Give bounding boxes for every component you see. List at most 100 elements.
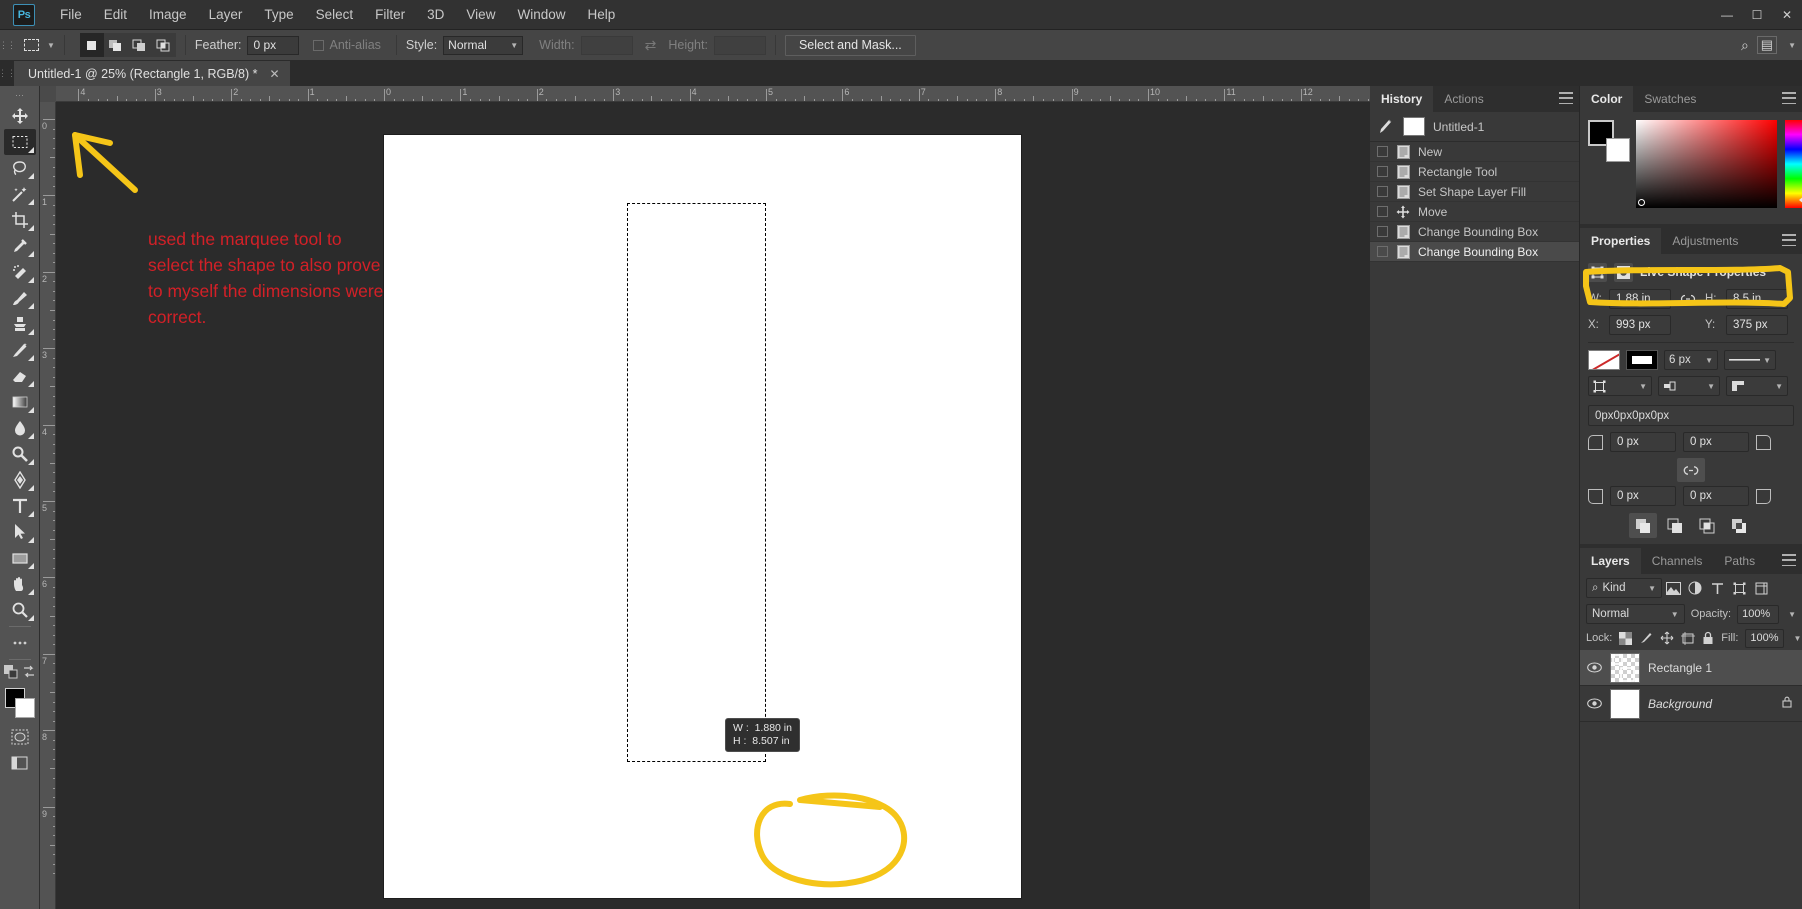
gradient-tool[interactable]	[4, 389, 36, 415]
opacity-input[interactable]: 100%	[1737, 604, 1780, 624]
menu-item-help[interactable]: Help	[576, 3, 626, 26]
menu-item-window[interactable]: Window	[506, 3, 576, 26]
layer-visibility-toggle[interactable]	[1586, 662, 1602, 673]
history-snapshot-checkbox[interactable]	[1377, 246, 1388, 257]
add-to-selection-button[interactable]	[103, 33, 128, 57]
quick-mask-icon[interactable]	[4, 724, 36, 750]
color-swatches[interactable]	[4, 688, 35, 718]
swap-arrows-icon[interactable]: ⇄	[645, 37, 657, 54]
maximize-button[interactable]: ☐	[1742, 0, 1772, 30]
lock-position-icon[interactable]	[1660, 631, 1674, 646]
width-input[interactable]	[580, 35, 633, 55]
tab-color[interactable]: Color	[1580, 86, 1634, 112]
corner-radius-top-right-input[interactable]: 0 px	[1683, 432, 1749, 452]
tab-channels[interactable]: Channels	[1640, 548, 1714, 574]
chevron-down-icon[interactable]: ▼	[1788, 41, 1796, 50]
tool-preset-chevron-down-icon[interactable]: ▼	[47, 41, 55, 50]
stroke-style-select[interactable]: ▼	[1724, 350, 1776, 370]
history-state-row[interactable]: Change Bounding Box	[1370, 242, 1579, 262]
active-tool-preset-icon[interactable]	[18, 34, 44, 56]
horizontal-ruler[interactable]: 4 3 2 1 0 1 2 3 4 5 6 7 8 9 10 11 12	[56, 86, 1370, 102]
layer-thumbnail[interactable]	[1610, 652, 1640, 683]
tab-strip-grip[interactable]: ⋮⋮	[0, 61, 16, 86]
object-selection-tool[interactable]	[4, 181, 36, 207]
new-selection-button[interactable]	[79, 33, 104, 57]
background-color-swatch[interactable]	[14, 698, 35, 718]
height-input[interactable]	[713, 35, 766, 55]
rectangle-tool[interactable]	[4, 545, 36, 571]
search-icon[interactable]: ⌕	[1741, 37, 1749, 54]
panel-menu-icon[interactable]	[1782, 554, 1796, 566]
corner-radius-bottom-left-input[interactable]: 0 px	[1610, 486, 1676, 506]
stroke-width-select[interactable]: 6 px ▼	[1664, 350, 1718, 370]
exclude-overlapping-shapes-button[interactable]	[1725, 513, 1753, 538]
fill-input[interactable]: 100%	[1745, 628, 1784, 648]
marquee-selection[interactable]	[627, 203, 766, 762]
pen-tool[interactable]	[4, 467, 36, 493]
dodge-tool[interactable]	[4, 441, 36, 467]
rectangular-marquee-tool[interactable]	[3, 129, 36, 155]
layer-row[interactable]: Background	[1580, 686, 1802, 722]
history-state-row[interactable]: Set Shape Layer Fill	[1370, 182, 1579, 202]
lock-image-icon[interactable]	[1639, 631, 1653, 646]
spot-healing-brush-tool[interactable]	[4, 259, 36, 285]
tab-layers[interactable]: Layers	[1580, 548, 1641, 574]
tools-panel-grip[interactable]: ⋯	[15, 90, 24, 101]
tab-adjustments[interactable]: Adjustments	[1661, 228, 1750, 254]
blend-mode-select[interactable]: Normal ▼	[1586, 604, 1685, 624]
menu-item-3d[interactable]: 3D	[416, 3, 455, 26]
menu-item-image[interactable]: Image	[138, 3, 198, 26]
history-snapshot-checkbox[interactable]	[1377, 226, 1388, 237]
zoom-tool[interactable]	[4, 597, 36, 623]
corner-radius-top-left-input[interactable]: 0 px	[1610, 432, 1676, 452]
document-tab[interactable]: Untitled-1 @ 25% (Rectangle 1, RGB/8) * …	[14, 61, 291, 86]
shape-height-input[interactable]: 8.5 in	[1726, 289, 1788, 309]
chain-link-icon[interactable]	[1677, 458, 1705, 482]
chevron-down-icon[interactable]: ▼	[1788, 610, 1796, 619]
history-snapshot-checkbox[interactable]	[1377, 146, 1388, 157]
history-snapshot-row[interactable]: Untitled-1	[1370, 112, 1579, 142]
lock-transparency-icon[interactable]	[1619, 631, 1633, 646]
edit-toolbar-button[interactable]	[4, 630, 36, 656]
history-snapshot-checkbox[interactable]	[1377, 206, 1388, 217]
panel-menu-icon[interactable]	[1782, 234, 1796, 246]
lasso-tool[interactable]	[4, 155, 36, 181]
history-state-row[interactable]: New	[1370, 142, 1579, 162]
type-layer-filter-icon[interactable]	[1706, 578, 1728, 598]
lock-artboard-icon[interactable]	[1681, 631, 1696, 646]
minimize-button[interactable]: —	[1712, 0, 1742, 30]
combine-shapes-button[interactable]	[1629, 513, 1657, 538]
swap-colors-icon[interactable]	[22, 665, 36, 684]
path-selection-tool[interactable]	[4, 519, 36, 545]
move-tool[interactable]	[4, 103, 36, 129]
shape-width-input[interactable]: 1.88 in	[1609, 289, 1671, 309]
chevron-down-icon[interactable]: ▼	[1794, 634, 1802, 643]
layer-visibility-toggle[interactable]	[1586, 698, 1602, 709]
stroke-align-select[interactable]: ▼	[1588, 376, 1652, 396]
tab-history[interactable]: History	[1370, 86, 1434, 112]
menu-item-filter[interactable]: Filter	[364, 3, 416, 26]
eyedropper-tool[interactable]	[4, 233, 36, 259]
intersect-with-selection-button[interactable]	[151, 33, 176, 57]
subtract-front-shape-button[interactable]	[1661, 513, 1689, 538]
menu-item-file[interactable]: File	[49, 3, 93, 26]
panel-menu-icon[interactable]	[1782, 92, 1796, 104]
clone-stamp-tool[interactable]	[4, 311, 36, 337]
layer-row[interactable]: Rectangle 1	[1580, 650, 1802, 686]
close-icon[interactable]: ✕	[269, 67, 279, 81]
shape-transform-icon[interactable]	[1588, 262, 1607, 282]
tab-swatches[interactable]: Swatches	[1633, 86, 1708, 112]
layer-filter-kind-select[interactable]: ⌕ Kind ▼	[1586, 578, 1662, 598]
menu-item-type[interactable]: Type	[253, 3, 304, 26]
background-color-swatch[interactable]	[1606, 138, 1630, 162]
tab-properties[interactable]: Properties	[1580, 228, 1662, 254]
stroke-corner-select[interactable]: ▼	[1726, 376, 1788, 396]
adjustment-layer-filter-icon[interactable]	[1684, 578, 1706, 598]
eraser-tool[interactable]	[4, 363, 36, 389]
default-colors-icon[interactable]	[3, 665, 18, 684]
smart-object-filter-icon[interactable]	[1750, 578, 1772, 598]
stroke-color-swatch[interactable]	[1626, 350, 1658, 370]
brush-tool[interactable]	[4, 285, 36, 311]
subtract-from-selection-button[interactable]	[127, 33, 152, 57]
style-select[interactable]: Normal ▼	[443, 35, 524, 55]
